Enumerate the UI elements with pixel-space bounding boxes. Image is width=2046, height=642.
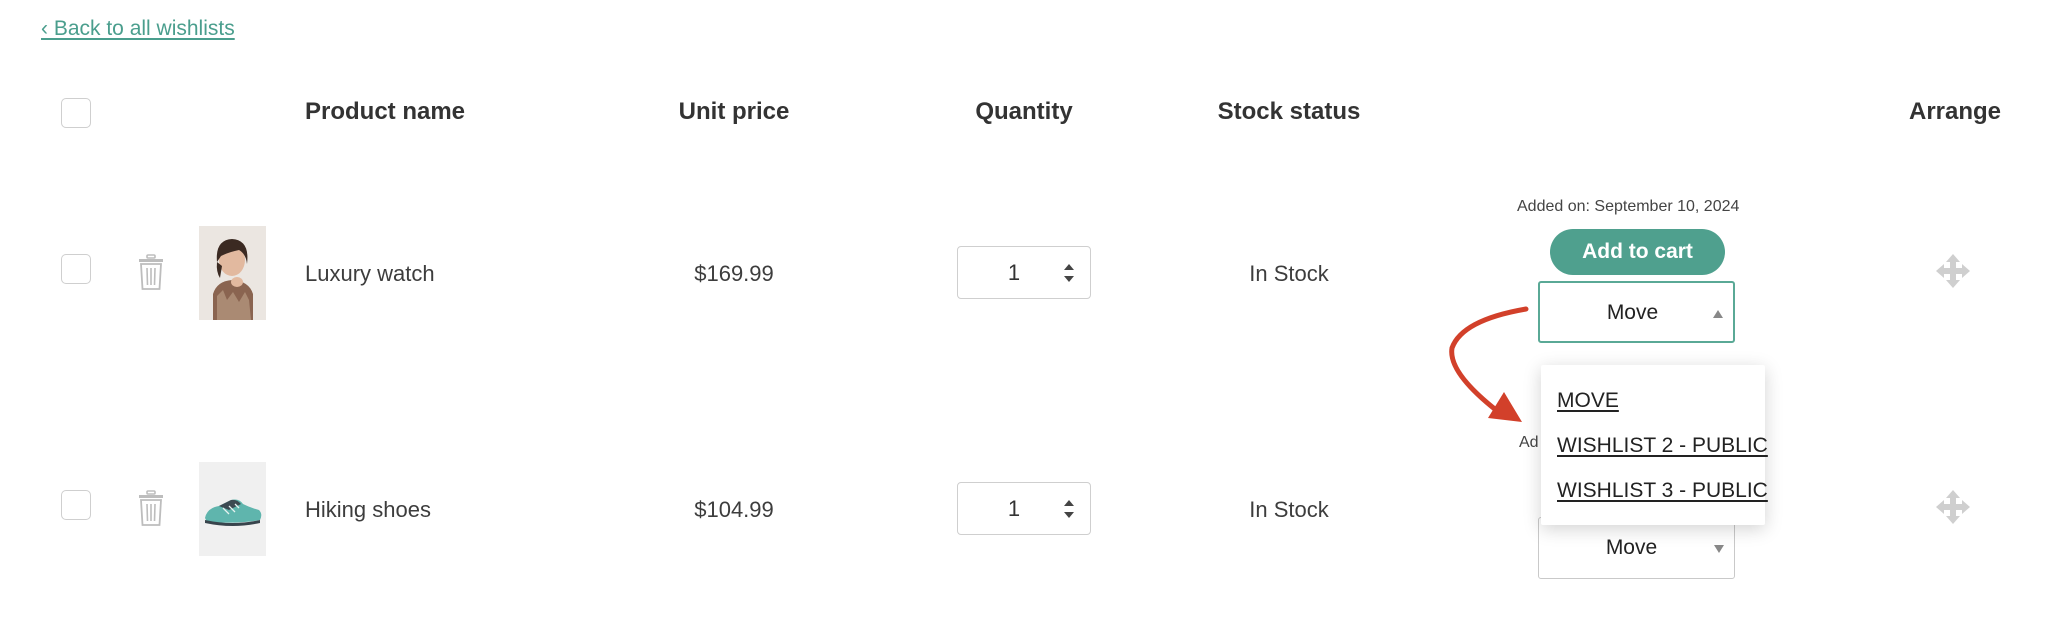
move-select-label: Move — [1605, 536, 1658, 559]
move-option-wishlist-2[interactable]: WISHLIST 2 - PUBLIC — [1557, 434, 1768, 458]
move-select-open[interactable]: Move — [1538, 281, 1735, 343]
added-on-date: Added on: September 10, 2024 — [1517, 198, 1740, 215]
quantity-value[interactable]: 1 — [958, 496, 1070, 522]
move-dropdown-menu: MOVE WISHLIST 2 - PUBLIC WISHLIST 3 - PU… — [1541, 365, 1768, 525]
row-checkbox[interactable] — [61, 254, 91, 284]
quantity-value[interactable]: 1 — [958, 260, 1070, 286]
header-arrange: Arrange — [1909, 98, 2002, 125]
header-product-name: Product name — [305, 98, 466, 125]
unit-price: $104.99 — [694, 497, 774, 522]
move-option[interactable]: MOVE — [1557, 389, 1619, 413]
stock-status: In Stock — [1249, 497, 1329, 522]
move-select[interactable]: Move — [1538, 517, 1735, 579]
quantity-stepper[interactable]: 1 — [957, 246, 1091, 299]
caret-down-icon — [1714, 545, 1724, 553]
back-to-wishlists-link[interactable]: ‹ Back to all wishlists — [41, 17, 235, 41]
trash-icon[interactable] — [138, 490, 164, 526]
unit-price: $169.99 — [694, 261, 774, 286]
caret-up-icon — [1713, 310, 1723, 318]
spinner-arrows-icon[interactable] — [1062, 261, 1076, 285]
add-to-cart-button[interactable]: Add to cart — [1550, 229, 1725, 275]
product-name[interactable]: Luxury watch — [305, 261, 435, 287]
annotation-arrow-icon — [1449, 306, 1529, 422]
move-drag-icon[interactable] — [1936, 254, 1970, 288]
product-name[interactable]: Hiking shoes — [305, 497, 431, 523]
spinner-arrows-icon[interactable] — [1062, 497, 1076, 521]
header-stock-status: Stock status — [1217, 98, 1361, 125]
move-option-wishlist-3[interactable]: WISHLIST 3 - PUBLIC — [1557, 479, 1768, 503]
quantity-stepper[interactable]: 1 — [957, 482, 1091, 535]
added-on-date-partial: Ad — [1519, 434, 1539, 451]
trash-icon[interactable] — [138, 254, 164, 290]
header-unit-price: Unit price — [678, 98, 790, 125]
move-drag-icon[interactable] — [1936, 490, 1970, 524]
header-quantity: Quantity — [975, 98, 1073, 125]
row-checkbox[interactable] — [61, 490, 91, 520]
move-select-label: Move — [1606, 301, 1659, 324]
stock-status: In Stock — [1249, 261, 1329, 286]
product-image-portrait[interactable] — [199, 226, 266, 320]
wishlist-page: ‹ Back to all wishlists Product name Uni… — [0, 0, 2046, 642]
select-all-checkbox[interactable] — [61, 98, 91, 128]
product-image-shoe[interactable] — [199, 462, 266, 556]
